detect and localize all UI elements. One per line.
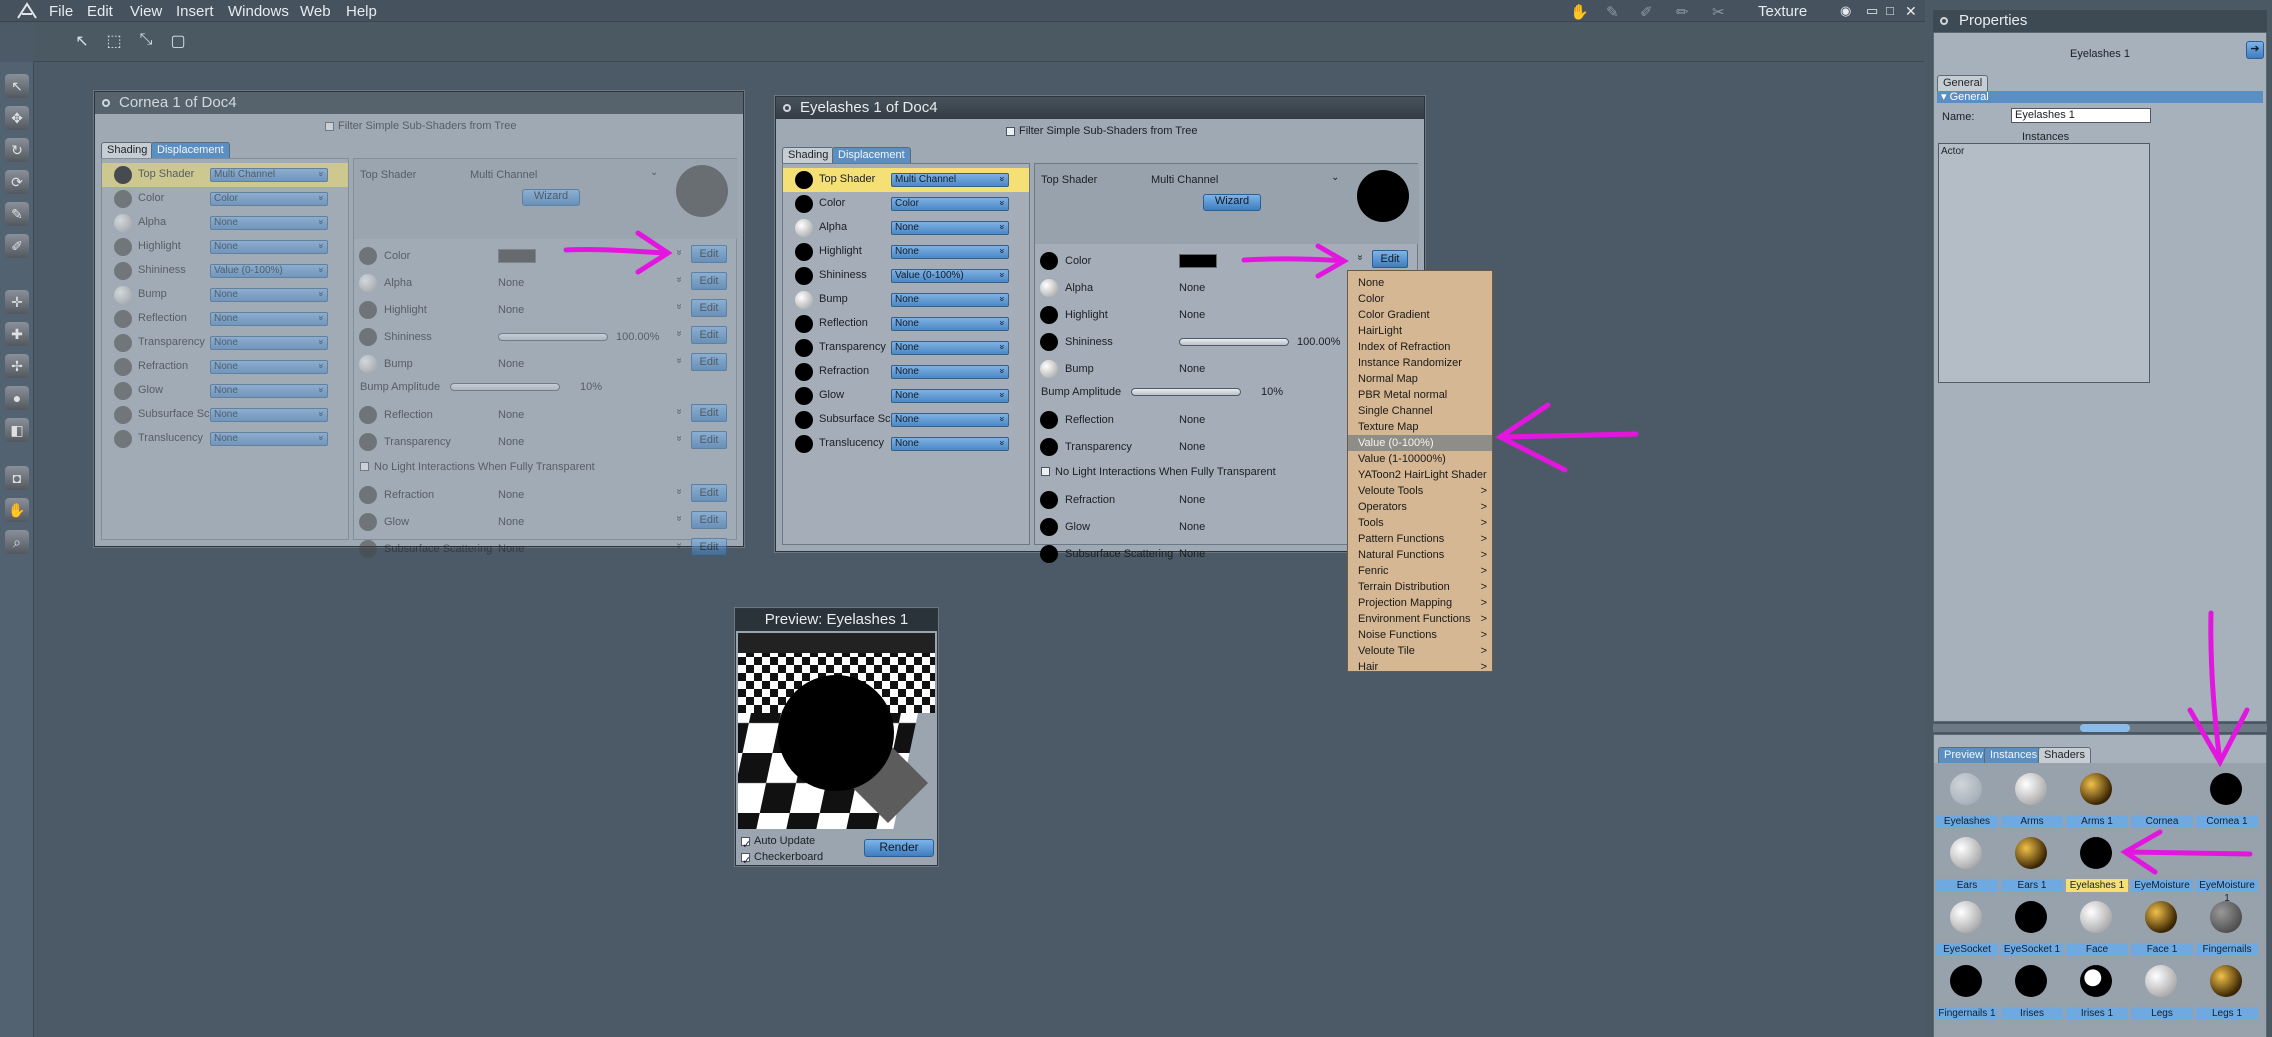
annotation-overlay bbox=[563, 230, 2253, 875]
annotation-arrow bbox=[563, 230, 2253, 875]
